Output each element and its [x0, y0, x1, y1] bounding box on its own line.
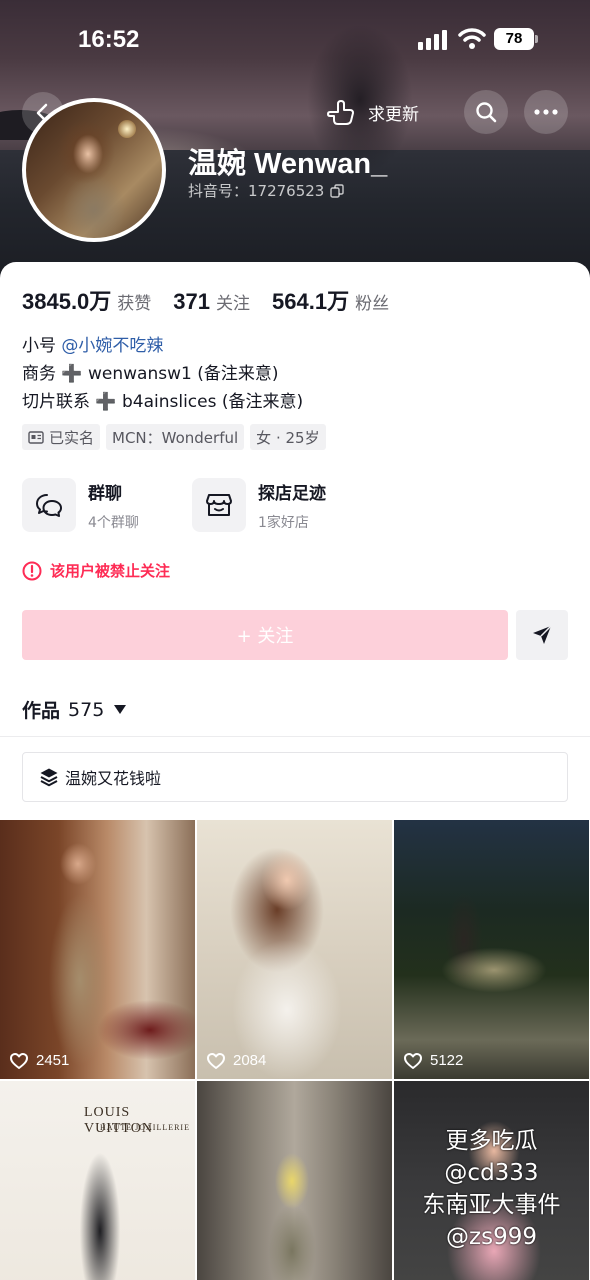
like-count: 5122 — [404, 1052, 463, 1069]
shop-visits-entry[interactable]: 探店足迹 1家好店 — [192, 478, 326, 532]
stat-label: 获赞 — [117, 294, 152, 314]
works-tab[interactable]: 作品 575 — [22, 696, 127, 723]
avatar[interactable] — [22, 98, 166, 242]
shop-visits-sub: 1家好店 — [258, 514, 309, 531]
group-chat-title: 群聊 — [88, 483, 122, 504]
stat-number: 3845.0万 — [22, 289, 112, 314]
tag-gender-age: 女 · 25岁 — [250, 424, 326, 450]
tag-mcn[interactable]: MCN：Wonderful — [106, 424, 245, 450]
stat-number: 564.1万 — [272, 289, 350, 314]
collection-entry[interactable]: 温婉又花钱啦 — [22, 752, 568, 802]
heart-icon — [404, 1052, 422, 1069]
search-icon — [476, 102, 497, 123]
shop-visits-title: 探店足迹 — [258, 483, 326, 504]
shop-icon — [192, 478, 246, 532]
video-thumbnail[interactable]: 2451 — [0, 820, 195, 1079]
hand-point-icon — [327, 100, 354, 125]
profile-tags: 已实名 MCN：Wonderful 女 · 25岁 — [22, 424, 332, 450]
tag-verified[interactable]: 已实名 — [22, 424, 101, 450]
warning-icon — [22, 561, 42, 580]
tag-label: 女 · 25岁 — [256, 428, 320, 447]
stat-label: 关注 — [216, 294, 251, 314]
like-count: 2084 — [207, 1052, 266, 1069]
bio-line: 商务 ➕ wenwansw1 (备注来意) — [22, 360, 303, 388]
works-label: 作品 — [22, 700, 61, 722]
search-button[interactable] — [464, 90, 508, 134]
tag-label: 已实名 — [49, 428, 95, 447]
douyin-id[interactable]: 抖音号：17276523 — [188, 180, 345, 201]
request-update-label: 求更新 — [368, 104, 419, 125]
video-thumbnail[interactable]: LOUIS VUITTON HAUTE JOAILLERIE — [0, 1081, 195, 1280]
plus-icon: ➕ — [95, 392, 117, 412]
stat-following[interactable]: 371 关注 — [173, 289, 250, 315]
status-time: 16:52 — [78, 26, 140, 53]
group-chat-entry[interactable]: 群聊 4个群聊 — [22, 478, 139, 532]
works-count: 575 — [68, 698, 105, 721]
stat-label: 粉丝 — [355, 294, 390, 314]
heart-icon — [207, 1052, 225, 1069]
divider — [0, 736, 590, 737]
layers-icon — [40, 768, 58, 787]
mention-link[interactable]: @小婉不吃辣 — [61, 336, 163, 356]
stats-row: 3845.0万 获赞 371 关注 564.1万 粉丝 — [22, 284, 411, 316]
follow-ban-notice: 该用户被禁止关注 — [22, 560, 170, 581]
more-button[interactable] — [524, 90, 568, 134]
caret-down-icon — [114, 705, 127, 714]
heart-icon — [10, 1052, 28, 1069]
bio: 小号 @小婉不吃辣 商务 ➕ wenwansw1 (备注来意) 切片联系 ➕ b… — [22, 332, 303, 416]
more-icon — [534, 109, 558, 115]
ban-text: 该用户被禁止关注 — [50, 562, 171, 580]
copy-icon[interactable] — [330, 183, 345, 198]
collection-label: 温婉又花钱啦 — [65, 769, 162, 788]
video-thumbnail[interactable]: 2084 — [197, 820, 392, 1079]
follow-button[interactable]: + 关注 — [22, 610, 508, 660]
like-count: 2451 — [10, 1052, 69, 1069]
id-card-icon — [28, 430, 44, 444]
request-update-button[interactable]: 求更新 — [326, 92, 419, 132]
bio-line: 小号 @小婉不吃辣 — [22, 336, 164, 356]
share-button[interactable] — [516, 610, 568, 660]
thumbnail-brand-text: LOUIS VUITTON — [84, 1105, 153, 1136]
battery-level: 78 — [494, 28, 534, 50]
send-icon — [533, 625, 552, 644]
video-thumbnail[interactable]: 更多吃瓜 @cd333 东南亚大事件 @zs999 — [394, 1081, 589, 1280]
display-name: 温婉 Wenwan_ — [188, 148, 388, 180]
stat-likes[interactable]: 3845.0万 获赞 — [22, 284, 151, 316]
status-bar: 16:52 78 — [0, 0, 590, 80]
thumbnail-overlay-text: 更多吃瓜 @cd333 东南亚大事件 @zs999 — [422, 1128, 561, 1250]
tag-label: MCN：Wonderful — [112, 428, 239, 447]
thumbnail-brand-sub: HAUTE JOAILLERIE — [100, 1123, 190, 1132]
signal-icon — [418, 28, 450, 50]
bio-line: 切片联系 ➕ b4ainslices (备注来意) — [22, 388, 303, 416]
group-chat-sub: 4个群聊 — [88, 514, 139, 531]
video-thumbnail[interactable]: 5122 — [394, 820, 589, 1079]
stat-followers[interactable]: 564.1万 粉丝 — [272, 284, 389, 316]
video-thumbnail[interactable] — [197, 1081, 392, 1280]
plus-icon: ➕ — [61, 364, 83, 384]
chat-bubble-icon — [22, 478, 76, 532]
battery-icon: 78 — [494, 28, 538, 50]
wifi-icon — [458, 26, 486, 50]
stat-number: 371 — [173, 289, 211, 314]
douyin-id-text: 抖音号：17276523 — [188, 182, 325, 200]
